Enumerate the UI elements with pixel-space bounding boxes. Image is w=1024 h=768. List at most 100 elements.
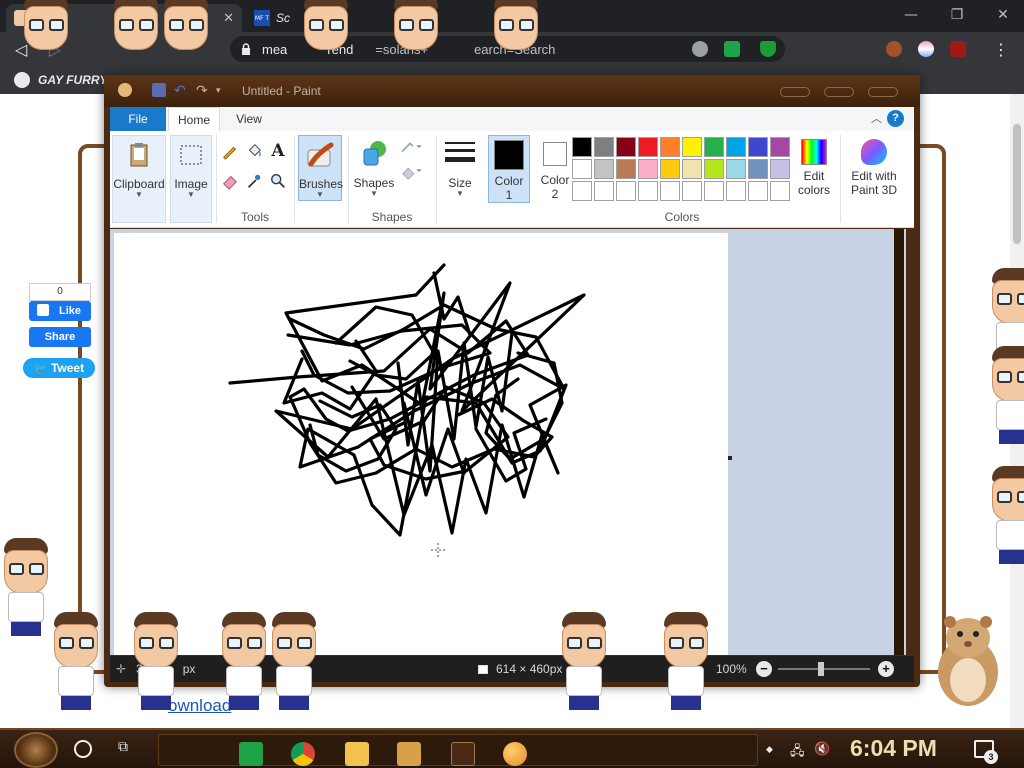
brushes-button[interactable]: Brushes ▼	[298, 135, 343, 201]
canvas-scrollbar[interactable]	[894, 229, 904, 655]
palette-swatch[interactable]	[660, 137, 680, 157]
paint-close-button[interactable]	[868, 87, 898, 97]
fill-icon[interactable]	[398, 161, 424, 181]
volume-muted-icon[interactable]: 🔇	[814, 742, 830, 757]
edit-colors-button[interactable]: Edit colors	[792, 135, 836, 207]
app-green-icon[interactable]	[239, 742, 263, 766]
palette-swatch[interactable]	[594, 137, 614, 157]
network-icon[interactable]: 🖧	[790, 742, 805, 764]
palette-swatch[interactable]	[594, 159, 614, 179]
drawing-canvas[interactable]	[114, 233, 728, 655]
clock[interactable]: 6:04 PM	[850, 735, 937, 762]
search-icon[interactable]	[74, 740, 92, 758]
paint-maximize-button[interactable]	[824, 87, 854, 97]
palette-swatch[interactable]	[594, 181, 614, 201]
fill-bucket-icon[interactable]	[244, 141, 264, 161]
color1-button[interactable]: Color 1	[488, 135, 530, 203]
palette-swatch[interactable]	[770, 181, 790, 201]
flag-extension-icon[interactable]	[918, 41, 934, 57]
palette-swatch[interactable]	[682, 137, 702, 157]
tab-view[interactable]: View	[224, 107, 274, 131]
edit-with-paint3d-button[interactable]: Edit with Paint 3D	[844, 135, 904, 207]
zoom-slider-track[interactable]	[778, 668, 870, 670]
page-scrollbar-thumb[interactable]	[1013, 124, 1021, 244]
magnifier-icon[interactable]	[268, 171, 288, 191]
tweet-button[interactable]: 🐦 Tweet	[23, 358, 95, 378]
palette-swatch[interactable]	[660, 159, 680, 179]
shapes-button[interactable]: Shapes ▼	[352, 135, 396, 201]
color-picker-icon[interactable]	[244, 171, 264, 191]
shield-extension-icon[interactable]	[760, 41, 776, 57]
size-button[interactable]: Size ▼	[440, 135, 480, 201]
palette-swatch[interactable]	[704, 137, 724, 157]
menu-icon[interactable]: ⋮	[990, 38, 1012, 60]
palette-swatch[interactable]	[572, 159, 592, 179]
close-icon[interactable]: ✕	[980, 0, 1024, 30]
chrome-icon[interactable]	[291, 742, 315, 766]
tray-chevron-icon[interactable]: ◆	[766, 745, 773, 755]
palette-swatch[interactable]	[770, 137, 790, 157]
minimize-icon[interactable]: —	[888, 0, 934, 30]
zoom-slider-thumb[interactable]	[818, 662, 824, 676]
ublock-extension-icon[interactable]	[950, 41, 966, 57]
paint-minimize-button[interactable]	[780, 87, 810, 97]
bookmark-item[interactable]: GAY FURRY	[14, 72, 107, 88]
palette-swatch[interactable]	[748, 159, 768, 179]
zoom-in-button[interactable]: +	[878, 661, 894, 677]
game-app-icon[interactable]	[397, 742, 421, 766]
collapse-ribbon-icon[interactable]: ︿	[871, 110, 882, 126]
image-button[interactable]: Image ▼	[170, 135, 212, 223]
palette-swatch[interactable]	[638, 159, 658, 179]
facebook-share-button[interactable]: Share	[29, 327, 91, 347]
canvas-resize-handle[interactable]	[728, 456, 732, 460]
start-button[interactable]	[14, 732, 58, 768]
eraser-icon[interactable]	[220, 171, 240, 191]
palette-swatch[interactable]	[616, 137, 636, 157]
outline-icon[interactable]	[398, 137, 424, 157]
text-icon[interactable]: A	[268, 141, 288, 161]
tab-close-icon[interactable]: ✕	[223, 10, 234, 26]
tab-file[interactable]: File	[110, 107, 166, 131]
palette-swatch[interactable]	[748, 137, 768, 157]
zoom-out-button[interactable]: −	[756, 661, 772, 677]
palette-swatch[interactable]	[616, 159, 636, 179]
cartoon-character	[0, 538, 52, 636]
palette-swatch[interactable]	[682, 159, 702, 179]
paint-title-bar[interactable]: ↶ ↷ ▾ Untitled - Paint	[104, 75, 920, 107]
file-explorer-icon[interactable]	[345, 742, 369, 766]
facebook-like-button[interactable]: Like	[29, 301, 91, 321]
undo-icon[interactable]: ↶	[174, 83, 188, 97]
palette-swatch[interactable]	[638, 181, 658, 201]
color2-button[interactable]: Color 2	[534, 135, 576, 203]
restore-icon[interactable]: ❐	[934, 0, 980, 30]
palette-swatch[interactable]	[638, 137, 658, 157]
palette-swatch[interactable]	[682, 181, 702, 201]
palette-swatch[interactable]	[726, 159, 746, 179]
green-badge-extension-icon[interactable]	[724, 41, 740, 57]
tab-home[interactable]: Home	[168, 107, 220, 131]
palette-swatch[interactable]	[660, 181, 680, 201]
redo-icon[interactable]: ↷	[196, 83, 210, 97]
palette-swatch[interactable]	[572, 181, 592, 201]
palette-swatch[interactable]	[748, 181, 768, 201]
help-icon[interactable]: ?	[887, 110, 904, 127]
site-info-icon[interactable]	[692, 41, 708, 57]
palette-swatch[interactable]	[726, 137, 746, 157]
clipboard-button[interactable]: Clipboard ▼	[112, 135, 166, 223]
cartoon-character	[988, 466, 1024, 564]
app-icon[interactable]	[451, 742, 475, 766]
pencil-icon[interactable]	[220, 141, 240, 161]
palette-swatch[interactable]	[770, 159, 790, 179]
save-icon[interactable]	[152, 83, 166, 97]
canvas-workspace[interactable]	[110, 229, 906, 655]
paint-app-icon[interactable]	[503, 742, 527, 766]
customize-qat-icon[interactable]: ▾	[216, 83, 230, 97]
palette-swatch[interactable]	[704, 181, 724, 201]
palette-swatch[interactable]	[616, 181, 636, 201]
palette-swatch[interactable]	[572, 137, 592, 157]
chevron-down-icon: ▼	[187, 190, 195, 199]
palette-swatch[interactable]	[704, 159, 724, 179]
task-view-icon[interactable]: ⧉	[118, 739, 140, 759]
palette-swatch[interactable]	[726, 181, 746, 201]
profile-avatar[interactable]	[886, 41, 902, 57]
